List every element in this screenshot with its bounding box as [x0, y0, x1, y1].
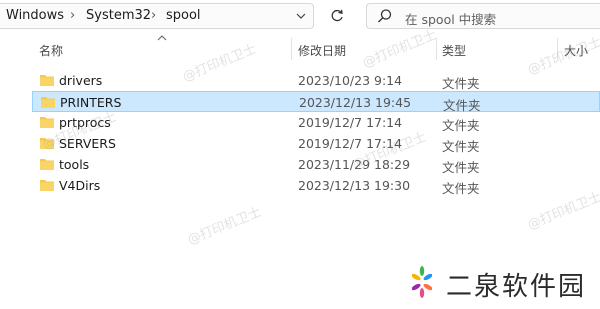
column-divider[interactable] — [436, 38, 437, 60]
address-bar[interactable]: Windows › System32 › spool — [0, 3, 314, 29]
list-item[interactable]: SERVERS 2019/12/7 17:14 文件夹 — [32, 133, 600, 154]
breadcrumb-spool[interactable]: spool — [166, 8, 201, 23]
site-logo-text: 二泉软件园 — [446, 272, 587, 302]
address-history-chevron-icon[interactable] — [296, 6, 306, 29]
folder-icon — [40, 159, 54, 170]
watermark: @打印机卫士 — [185, 204, 264, 248]
address-bar-area: Windows › System32 › spool 在 spool 中搜索 — [0, 0, 600, 34]
list-item[interactable]: tools 2023/11/29 18:29 文件夹 — [32, 154, 600, 175]
file-modified: 2019/12/7 17:14 — [298, 136, 403, 151]
file-name: prtprocs — [59, 115, 111, 130]
file-name: PRINTERS — [60, 95, 122, 110]
column-header-type[interactable]: 类型 — [442, 42, 466, 59]
file-name: SERVERS — [59, 136, 116, 151]
column-header-modified[interactable]: 修改日期 — [298, 42, 346, 59]
file-name: tools — [59, 157, 90, 172]
sort-ascending-icon — [157, 34, 167, 45]
file-modified: 2019/12/7 17:14 — [298, 115, 403, 130]
file-modified: 2023/10/23 9:14 — [298, 73, 403, 88]
logo-pinwheel-icon — [412, 266, 432, 298]
file-type: 文件夹 — [442, 160, 480, 175]
breadcrumb-windows[interactable]: Windows — [6, 8, 64, 23]
list-item[interactable]: prtprocs 2019/12/7 17:14 文件夹 — [32, 112, 600, 133]
file-type: 文件夹 — [442, 181, 480, 196]
file-type: 文件夹 — [442, 118, 480, 133]
search-input[interactable]: 在 spool 中搜索 — [405, 9, 496, 28]
breadcrumb-separator[interactable]: › — [70, 8, 75, 23]
breadcrumb-separator[interactable]: › — [151, 8, 156, 23]
column-divider[interactable] — [557, 38, 558, 60]
column-headers: 名称 修改日期 类型 大小 — [0, 34, 600, 62]
file-type: 文件夹 — [442, 76, 480, 91]
column-header-size[interactable]: 大小 — [564, 42, 588, 59]
folder-icon — [41, 97, 55, 108]
folder-icon — [40, 75, 54, 86]
search-icon — [377, 8, 393, 28]
file-name: V4Dirs — [59, 178, 101, 193]
list-item-selected[interactable]: PRINTERS 2023/12/13 19:45 文件夹 — [32, 91, 600, 113]
file-modified: 2023/12/13 19:45 — [299, 95, 412, 110]
folder-icon — [40, 180, 54, 191]
refresh-icon[interactable] — [324, 3, 350, 29]
folder-icon — [40, 117, 54, 128]
list-item[interactable]: drivers 2023/10/23 9:14 文件夹 — [32, 70, 600, 91]
column-divider[interactable] — [291, 38, 292, 60]
breadcrumb-system32[interactable]: System32 — [86, 8, 151, 23]
search-box[interactable]: 在 spool 中搜索 — [366, 3, 600, 29]
file-modified: 2023/11/29 18:29 — [298, 157, 411, 172]
file-modified: 2023/12/13 19:30 — [298, 178, 411, 193]
file-name: drivers — [59, 73, 103, 88]
folder-icon — [40, 138, 54, 149]
column-header-name[interactable]: 名称 — [39, 42, 63, 59]
list-item[interactable]: V4Dirs 2023/12/13 19:30 文件夹 — [32, 175, 600, 196]
file-type: 文件夹 — [442, 139, 480, 154]
